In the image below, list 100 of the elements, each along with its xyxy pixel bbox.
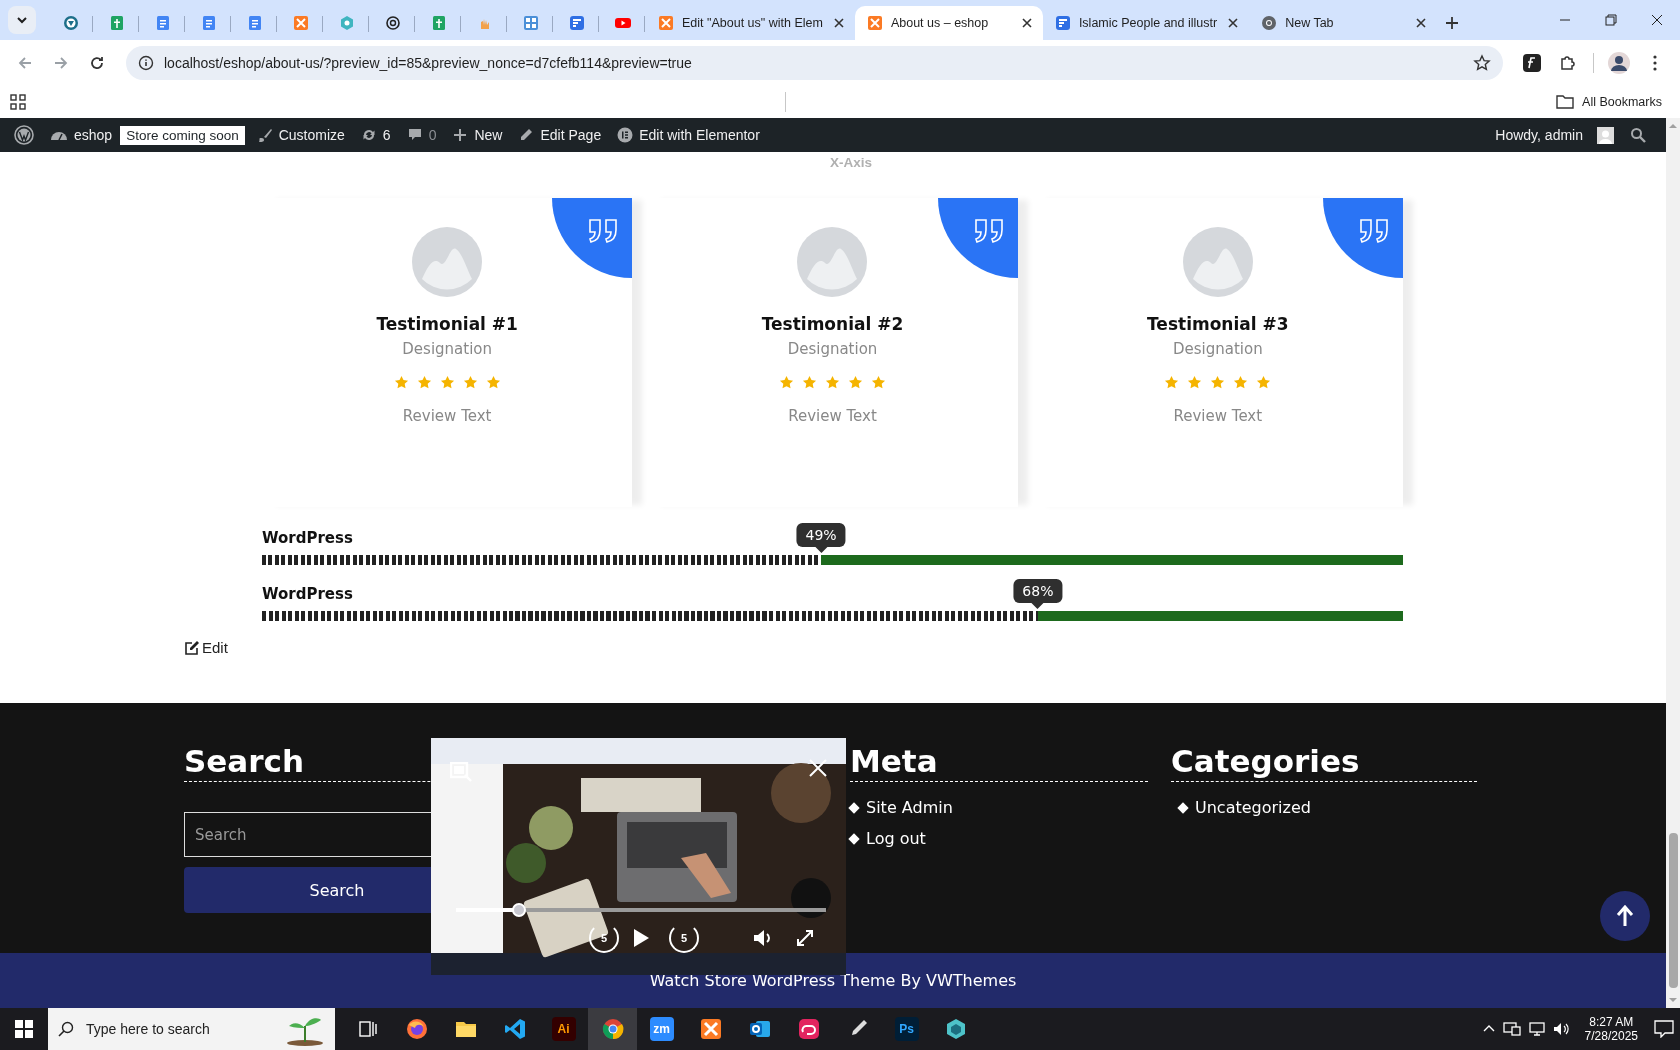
close-icon[interactable]: [1651, 14, 1663, 26]
bookmarks-folder[interactable]: All Bookmarks: [1548, 95, 1670, 109]
browser-tab[interactable]: Edit "About us" with Elem: [646, 6, 855, 40]
grid-icon: [522, 15, 539, 31]
admin-bar-link[interactable]: Customize: [248, 118, 353, 152]
footer-link[interactable]: Site Admin: [850, 798, 953, 817]
play-icon: [632, 928, 650, 948]
apps-grid-icon[interactable]: [10, 94, 26, 110]
scroll-to-top-button[interactable]: [1600, 891, 1650, 941]
comment-icon: [406, 127, 423, 143]
tab-title: About us – eshop: [890, 16, 990, 30]
star-icon: [1233, 375, 1249, 390]
taskbar-search-box[interactable]: Type here to search: [48, 1008, 335, 1050]
address-bar[interactable]: localhost/eshop/about-us/?preview_id=85&preview_nonce=d7cfefb114&preview=true: [126, 46, 1503, 80]
star-icon: [802, 375, 817, 390]
wordpress-logo-icon[interactable]: [14, 125, 34, 145]
scrollbar[interactable]: [1666, 118, 1680, 1008]
site-link[interactable]: eshop: [42, 118, 121, 152]
menu-icon[interactable]: [1653, 55, 1657, 71]
extension-icon[interactable]: [1522, 53, 1542, 73]
browser-tab[interactable]: About us – eshop: [854, 6, 1043, 40]
admin-bar-link[interactable]: Edit Page: [510, 118, 610, 152]
app-logo-icon: [292, 15, 309, 31]
star-icon: [871, 375, 886, 390]
chevron-down-icon: [16, 14, 28, 26]
folder-icon: [1556, 95, 1575, 109]
taskbar-app-button[interactable]: [588, 1008, 637, 1050]
windows-start-icon[interactable]: [15, 1020, 33, 1038]
reload-icon[interactable]: [89, 55, 105, 71]
admin-bar-link[interactable]: Edit with Elementor: [609, 118, 768, 152]
document-icon: [154, 15, 171, 31]
testimonial-designation: Designation: [402, 340, 492, 358]
clock[interactable]: 8:27 AM 7/28/2025: [1576, 1015, 1646, 1043]
scrollbar-thumb[interactable]: [1668, 833, 1678, 988]
progress-tooltip: 49%: [796, 523, 846, 553]
star-icon: [416, 375, 432, 390]
tab-title: Edit "About us" with Elem: [682, 16, 823, 30]
network-icon[interactable]: [1502, 1021, 1521, 1037]
testimonial-designation: Designation: [787, 340, 878, 358]
info-icon[interactable]: [138, 55, 154, 71]
testimonial-title: Testimonial #2: [761, 314, 904, 334]
taskbar-search-field[interactable]: Type here to search: [84, 1020, 275, 1038]
star-icon: [462, 375, 478, 390]
taskbar-app-button[interactable]: Ps: [882, 1008, 931, 1050]
spreadsheet-icon: [430, 15, 447, 31]
footer-link[interactable]: Log out: [850, 829, 926, 848]
search-icon[interactable]: [1630, 127, 1646, 143]
form-icon: [568, 15, 585, 31]
search-field[interactable]: Search: [184, 812, 431, 857]
browser-tab[interactable]: Islamic People and illustr: [1042, 6, 1250, 40]
taskbar-app-button[interactable]: Ai: [539, 1008, 588, 1050]
profile-avatar-icon[interactable]: [1607, 51, 1631, 75]
seek-bar[interactable]: [456, 901, 826, 919]
swirl-icon: [796, 1017, 821, 1041]
plus-icon: [452, 127, 469, 143]
pencil-icon: [518, 127, 535, 143]
testimonial-title: Testimonial #3: [1147, 314, 1289, 334]
search-icon: [58, 1021, 74, 1037]
tab-search-button[interactable]: [8, 6, 36, 34]
spreadsheet-icon: [108, 15, 125, 31]
review-text: Review Text: [1173, 407, 1263, 425]
notification-icon[interactable]: [1654, 1020, 1674, 1038]
star-icon: [439, 375, 455, 390]
browser-tab[interactable]: New Tab: [1249, 6, 1438, 40]
shield-icon: [62, 15, 79, 31]
search-button[interactable]: Search: [184, 867, 431, 913]
quote-icon: [588, 218, 619, 244]
star-icon: [779, 375, 794, 390]
admin-bar-link[interactable]: 6: [352, 118, 399, 152]
account-menu[interactable]: Howdy, admin: [1487, 118, 1622, 152]
skill-label: WordPress: [262, 585, 353, 603]
footer-link[interactable]: Uncategorized: [1179, 798, 1311, 817]
new-tab-icon[interactable]: [1445, 16, 1460, 30]
star-icon[interactable]: [1473, 54, 1491, 72]
play-icon: [614, 15, 631, 31]
forward-icon[interactable]: [53, 55, 69, 71]
app-logo-icon: [698, 1017, 723, 1041]
restore-icon[interactable]: [1605, 14, 1617, 26]
review-text: Review Text: [402, 407, 492, 425]
back-icon[interactable]: [17, 55, 33, 71]
testimonial-designation: Designation: [1172, 340, 1263, 358]
footer-heading: Meta: [850, 743, 1148, 782]
star-icon: [485, 375, 501, 390]
puzzle-icon[interactable]: [1559, 54, 1577, 72]
document-icon: [246, 15, 263, 31]
hexagon-icon: [338, 15, 355, 31]
tab-title: New Tab: [1285, 16, 1335, 30]
task-view-icon[interactable]: [358, 1020, 377, 1038]
star-icon: [1164, 375, 1180, 390]
app-logo-icon: [658, 15, 674, 31]
volume-icon[interactable]: [1552, 1021, 1569, 1037]
star-icon: [825, 375, 840, 390]
avatar-placeholder-icon: [412, 227, 483, 297]
browser-icon: [600, 1017, 625, 1041]
skill-label: WordPress: [262, 529, 353, 547]
star-icon: [1256, 375, 1272, 390]
axis-label: X-Axis: [830, 155, 872, 170]
monitor-icon[interactable]: [1528, 1021, 1545, 1037]
edit-link[interactable]: Edit: [184, 639, 228, 656]
admin-bar-link[interactable]: New: [444, 118, 511, 152]
